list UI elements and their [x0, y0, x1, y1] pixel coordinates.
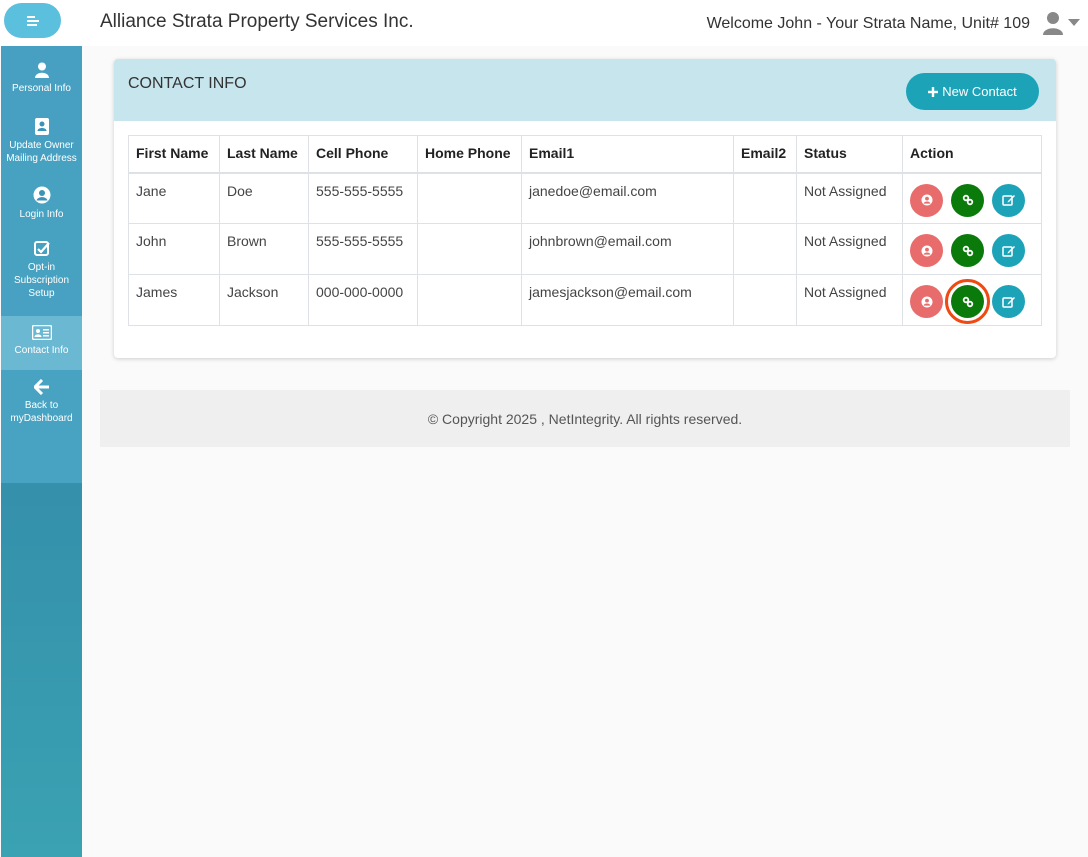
brand-title: Alliance Strata Property Services Inc. [100, 11, 414, 32]
column-header: Last Name [219, 135, 309, 173]
welcome-text: Welcome John - Your Strata Name, Unit# 1… [706, 15, 1030, 32]
link-icon [962, 194, 973, 206]
cell-email2 [733, 172, 797, 224]
user-circle-icon [921, 245, 932, 256]
cell-email2 [733, 223, 797, 275]
sidebar-item-label: Login Info [19, 209, 64, 220]
cell-actions [902, 223, 1042, 275]
edit-button[interactable] [992, 285, 1025, 318]
sidebar-item-login-info[interactable]: Login Info [1, 186, 82, 226]
cell-home-phone [417, 223, 522, 275]
cell-email1: jamesjackson@email.com [521, 274, 734, 326]
cell-status: Not Assigned [796, 274, 903, 326]
cell-status: Not Assigned [796, 223, 903, 275]
sidebar-item-back-to-dashboard[interactable]: Back to myDashboard [1, 379, 82, 431]
sidebar-item-label: Back to myDashboard [10, 400, 73, 424]
menu-toggle-button[interactable] [4, 3, 61, 38]
cell-last-name: Doe [219, 172, 309, 224]
cell-first-name: James [128, 274, 220, 326]
sidebar-item-label: Update Owner Mailing Address [6, 140, 77, 164]
footer: © Copyright 2025 , NetIntegrity. All rig… [100, 390, 1070, 447]
id-card-icon [31, 325, 52, 340]
sidebar: Personal Info Update Owner Mailing Addre… [1, 46, 82, 857]
column-header: Home Phone [417, 135, 522, 173]
sidebar-item-label: Contact Info [14, 345, 69, 356]
sidebar-item-personal-info[interactable]: Personal Info [1, 62, 82, 102]
sidebar-item-contact-info[interactable]: Contact Info [1, 316, 82, 370]
table-row: John Brown 555-555-5555 johnbrown@email.… [128, 223, 1042, 275]
link-button[interactable] [951, 183, 984, 217]
top-header: Alliance Strata Property Services Inc. W… [0, 0, 1088, 46]
table-row: Jane Doe 555-555-5555 janedoe@email.com … [128, 172, 1042, 224]
sidebar-item-label: Opt-in Subscription Setup [13, 262, 70, 299]
user-icon [1043, 12, 1063, 35]
page-title: CONTACT INFO [128, 75, 247, 92]
cell-status: Not Assigned [796, 172, 903, 224]
user-circle-icon [921, 194, 932, 206]
link-icon [962, 245, 973, 256]
cell-cell-phone: 555-555-5555 [308, 172, 418, 224]
card-header: CONTACT INFO New Contact [114, 59, 1056, 121]
table-row: James Jackson 000-000-0000 jamesjackson@… [128, 274, 1042, 326]
caret-down-icon [1068, 19, 1080, 26]
cell-email2 [733, 274, 797, 326]
column-header: Cell Phone [308, 135, 418, 173]
sidebar-item-label: Personal Info [12, 83, 71, 94]
link-button[interactable] [951, 234, 984, 267]
column-header: Email2 [733, 135, 797, 173]
cell-email1: johnbrown@email.com [521, 223, 734, 275]
cell-last-name: Jackson [219, 274, 309, 326]
cell-home-phone [417, 172, 522, 224]
cell-home-phone [417, 274, 522, 326]
menu-icon [26, 15, 39, 26]
table-header-row: First Name Last Name Cell Phone Home Pho… [128, 135, 1042, 173]
cell-email1: janedoe@email.com [521, 172, 734, 224]
address-book-icon [34, 118, 49, 135]
column-header: Status [796, 135, 903, 173]
cell-first-name: John [128, 223, 220, 275]
link-icon [962, 296, 973, 307]
copyright-text: © Copyright 2025 , NetIntegrity. All rig… [427, 410, 743, 427]
sidebar-item-update-address[interactable]: Update Owner Mailing Address [1, 118, 82, 170]
plus-icon [928, 86, 939, 97]
new-contact-button[interactable]: New Contact [906, 73, 1039, 110]
edit-icon [1001, 245, 1015, 257]
arrow-left-icon [33, 379, 49, 395]
column-header: Email1 [521, 135, 734, 173]
user-menu-dropdown[interactable] [1042, 10, 1084, 36]
edit-button[interactable] [992, 183, 1025, 217]
user-circle-icon [921, 296, 932, 307]
user-circle-icon [33, 186, 50, 204]
assign-user-button[interactable] [910, 183, 943, 217]
cell-first-name: Jane [128, 172, 220, 224]
user-icon [34, 62, 49, 78]
edit-button[interactable] [992, 234, 1025, 267]
assign-user-button[interactable] [910, 285, 943, 318]
contact-info-card: CONTACT INFO New Contact First Name Last… [114, 59, 1056, 358]
cell-cell-phone: 000-000-0000 [308, 274, 418, 326]
sidebar-item-opt-in-subscription[interactable]: Opt-in Subscription Setup [1, 241, 82, 305]
cell-last-name: Brown [219, 223, 309, 275]
contacts-table: First Name Last Name Cell Phone Home Pho… [128, 135, 1042, 326]
column-header: Action [902, 135, 1042, 173]
new-contact-label: New Contact [942, 84, 1017, 99]
link-button[interactable] [945, 279, 990, 324]
assign-user-button[interactable] [910, 234, 943, 267]
cell-actions [902, 172, 1042, 224]
column-header: First Name [128, 135, 220, 173]
edit-icon [1001, 195, 1015, 206]
cell-actions [902, 274, 1042, 326]
cell-cell-phone: 555-555-5555 [308, 223, 418, 275]
check-square-icon [33, 241, 50, 256]
edit-icon [1001, 296, 1015, 308]
